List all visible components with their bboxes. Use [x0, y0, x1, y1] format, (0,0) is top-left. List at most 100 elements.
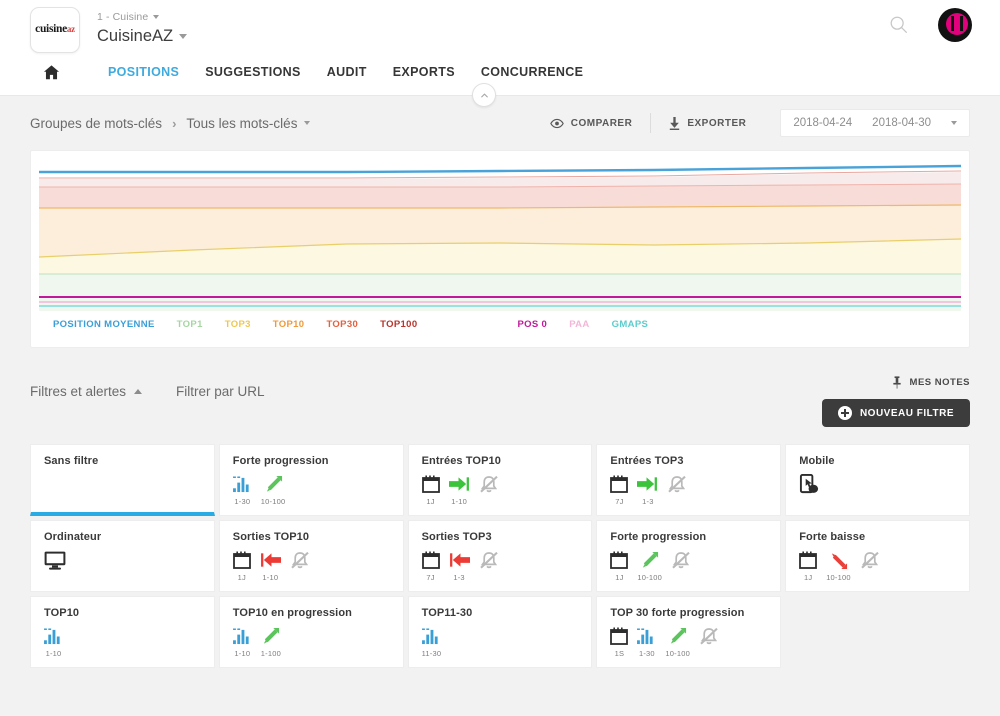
avatar-shape: [951, 16, 954, 31]
filter-card[interactable]: TOP10 en progression 1-10 1-100: [218, 596, 404, 668]
filter-card[interactable]: Forte progression 1J 10-100.: [596, 520, 782, 592]
filter-card-title: Forte progression: [610, 531, 707, 543]
alert-off-icon: [479, 550, 499, 570]
collapse-header-button[interactable]: [472, 83, 496, 107]
filter-icon-label: 10-100: [665, 649, 690, 658]
filter-card[interactable]: Forte progression 1-30 10-100: [218, 444, 404, 516]
home-icon: [43, 64, 60, 79]
filter-card-title: TOP 30 forte progression: [610, 607, 745, 619]
chevron-down-icon: [304, 121, 311, 125]
legend-paa[interactable]: PAA: [569, 319, 589, 330]
filter-icon-label: 1-10: [451, 497, 467, 506]
chart-legend: POSITION MOYENNE TOP1 TOP3 TOP10 TOP30 T…: [39, 311, 961, 330]
legend-gmaps[interactable]: GMAPS: [612, 319, 649, 330]
filters-bar-right: MES NOTES NOUVEAU FILTRE: [821, 376, 970, 427]
legend-top3[interactable]: TOP3: [225, 319, 251, 330]
brand-row: cuisineaz 1 - Cuisine CuisineAZ: [0, 0, 1000, 53]
filter-icon-label: 1J: [804, 573, 813, 582]
filter-card[interactable]: TOP10 1-10: [30, 596, 215, 668]
nav-item-concurrence[interactable]: CONCURRENCE: [468, 65, 596, 79]
arrow-up-green-icon: [640, 550, 659, 570]
filter-icon-label: 1-30: [638, 649, 655, 658]
legend-top30[interactable]: TOP30: [326, 319, 358, 330]
breadcrumb-root[interactable]: Groupes de mots-clés: [30, 116, 162, 131]
filter-icon-group: .: [860, 550, 880, 582]
breadcrumb-current-dropdown[interactable]: Tous les mots-clés: [186, 116, 311, 131]
filter-icon-label: 10-100: [637, 573, 662, 582]
legend-pos0[interactable]: POS 0: [517, 319, 547, 330]
filter-card-icons: 1J 1-10.: [421, 474, 579, 506]
cuisineaz-logo[interactable]: cuisineaz: [30, 7, 80, 53]
avatar-shape: [960, 16, 963, 31]
chevron-down-icon: [179, 34, 188, 39]
positions-chart-card: POSITION MOYENNE TOP1 TOP3 TOP10 TOP30 T…: [30, 150, 970, 348]
chevron-down-icon: [951, 121, 957, 125]
filter-icon-label: 1-10: [262, 573, 279, 582]
filter-card[interactable]: TOP 30 forte progression 1S 1-30 10-100.: [596, 596, 782, 668]
toolbar-actions: COMPARER EXPORTER 2018-04-24 2018-04-30: [532, 109, 970, 137]
calendar-icon: [610, 626, 629, 646]
filter-cards-grid: Sans filtre Forte progression 1-30 10-100 En…: [30, 444, 970, 668]
filter-icon-label: 1J: [237, 573, 246, 582]
calendar-icon: [610, 550, 629, 570]
filter-card[interactable]: Sorties TOP3 7J 1-3.: [407, 520, 593, 592]
filter-card[interactable]: Forte baisse 1J 10-100.: [785, 520, 970, 592]
arrow-down-red-icon: [829, 550, 848, 570]
nav-item-suggestions[interactable]: SUGGESTIONS: [192, 65, 314, 79]
bar-chart-icon: [637, 626, 656, 646]
filter-icon-label: 1-3: [642, 497, 654, 506]
filter-card[interactable]: Ordinateur.: [30, 520, 215, 592]
search-icon[interactable]: [888, 14, 910, 36]
arrow-right-green-icon: [448, 474, 470, 494]
export-button[interactable]: EXPORTER: [651, 116, 764, 130]
filter-card-title: Mobile: [799, 455, 835, 467]
filter-icon-group: 1-10: [260, 550, 281, 582]
filter-card[interactable]: TOP11-30 11-30: [407, 596, 593, 668]
nav-home-button[interactable]: [38, 63, 95, 82]
filter-icon-group: 10-100: [261, 474, 286, 506]
filter-icon-group: 1-10: [44, 626, 63, 658]
filter-card-title: Forte progression: [232, 455, 329, 467]
filter-icon-group: .: [290, 550, 310, 582]
account-selector[interactable]: CuisineAZ: [97, 27, 188, 46]
filters-and-alerts-label: Filtres et alertes: [30, 384, 127, 399]
export-label: EXPORTER: [687, 117, 747, 129]
filter-by-url-link[interactable]: Filtrer par URL: [176, 384, 265, 399]
filter-card[interactable]: Entrées TOP3 7J 1-3.: [596, 444, 782, 516]
date-range-picker[interactable]: 2018-04-24 2018-04-30: [780, 109, 970, 137]
filter-card[interactable]: Sorties TOP10 1J 1-10.: [218, 520, 404, 592]
filter-card[interactable]: Sans filtre: [30, 444, 215, 516]
legend-top1[interactable]: TOP1: [177, 319, 203, 330]
filter-card-title: TOP10: [44, 607, 80, 619]
legend-position-moyenne[interactable]: POSITION MOYENNE: [53, 319, 155, 330]
breadcrumb: Groupes de mots-clés › Tous les mots-clé…: [30, 116, 311, 131]
app-header: cuisineaz 1 - Cuisine CuisineAZ POSITION…: [0, 0, 1000, 107]
nav-item-exports[interactable]: EXPORTS: [380, 65, 468, 79]
filter-card-icons: .: [799, 473, 956, 506]
filter-icon-label: 1-100: [260, 649, 281, 658]
new-filter-button[interactable]: NOUVEAU FILTRE: [821, 399, 970, 427]
compare-button[interactable]: COMPARER: [532, 118, 651, 129]
filter-card[interactable]: Entrées TOP10 1J 1-10.: [407, 444, 593, 516]
avatar[interactable]: [938, 8, 972, 42]
filter-icon-group: 1-10: [448, 474, 470, 506]
positions-area-chart[interactable]: [39, 161, 961, 311]
calendar-icon: [799, 550, 818, 570]
filter-card-title: TOP10 en progression: [232, 607, 352, 619]
legend-top10[interactable]: TOP10: [273, 319, 305, 330]
filter-icon-label: 11-30: [421, 649, 442, 658]
my-notes-button[interactable]: MES NOTES: [892, 376, 970, 389]
filters-and-alerts-toggle[interactable]: Filtres et alertes: [30, 384, 143, 399]
project-selector[interactable]: 1 - Cuisine: [97, 11, 187, 23]
account-label: CuisineAZ: [97, 27, 174, 45]
date-start: 2018-04-24: [793, 117, 853, 129]
desktop-icon: [44, 550, 66, 570]
nav-item-positions[interactable]: POSITIONS: [95, 65, 192, 79]
nav-item-audit[interactable]: AUDIT: [314, 65, 380, 79]
legend-top100[interactable]: TOP100: [380, 319, 417, 330]
download-icon: [670, 116, 680, 130]
filter-card[interactable]: Mobile.: [785, 444, 970, 516]
arrow-right-green-icon: [637, 474, 658, 494]
filter-card-icons: 1-10 1-100: [232, 626, 390, 658]
calendar-icon: [232, 550, 251, 570]
